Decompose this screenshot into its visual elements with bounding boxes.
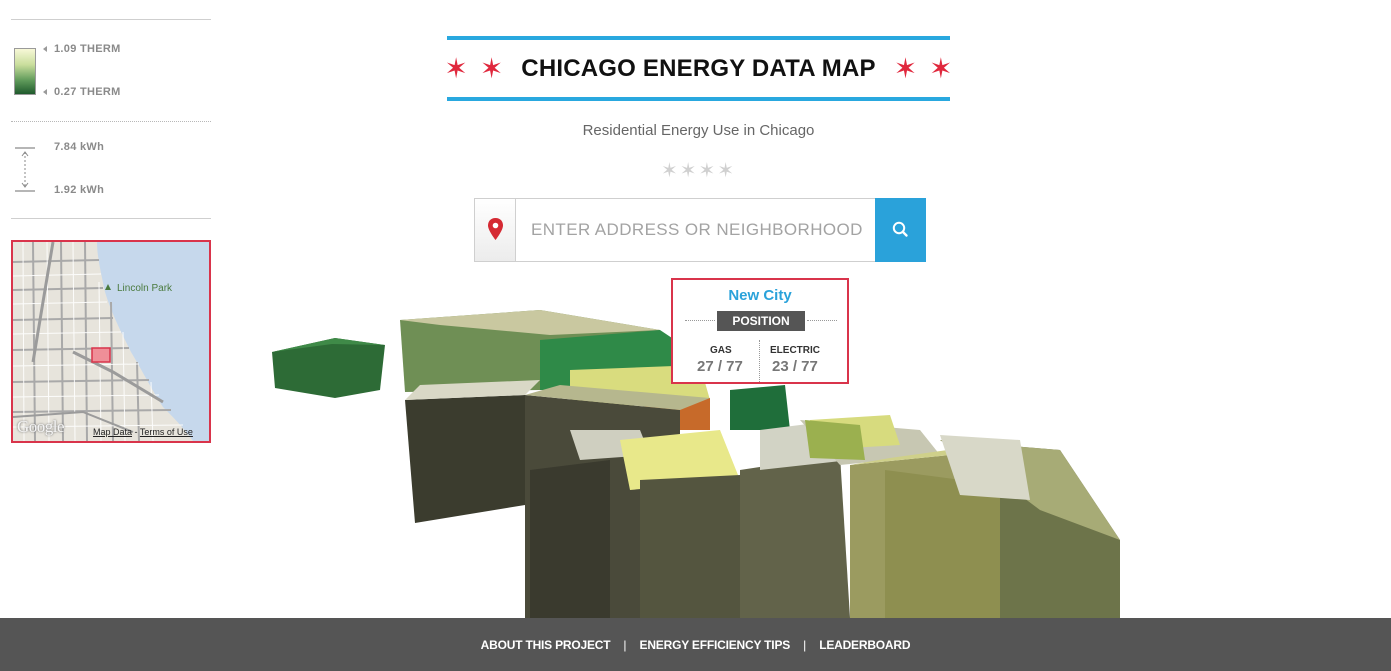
neighborhood-info-card: New City POSITION GAS 27 / 77 ELECTRIC 2…: [671, 278, 849, 384]
google-logo: Google: [17, 417, 65, 436]
minimap-links: Map Data - Terms of Use: [93, 427, 193, 437]
search-button[interactable]: [875, 198, 926, 262]
legend-divider: [11, 121, 211, 122]
height-scale-icon: [15, 147, 35, 192]
energy-tips-link[interactable]: ENERGY EFFICIENCY TIPS: [640, 638, 791, 652]
footer-nav: ABOUT THIS PROJECT | ENERGY EFFICIENCY T…: [0, 618, 1391, 671]
gas-rank-label: GAS: [710, 345, 732, 356]
minimap-tiles: [13, 242, 209, 441]
decor-stars: ✶✶✶✶: [660, 160, 737, 182]
red-star-icon: ✶: [444, 52, 468, 84]
position-badge: POSITION: [717, 311, 805, 331]
gas-low-marker-icon: [43, 89, 47, 95]
gas-high-label: 1.09 THERM: [54, 43, 121, 55]
about-project-link[interactable]: ABOUT THIS PROJECT: [481, 638, 611, 652]
red-star-icon: ✶: [479, 52, 504, 84]
info-dots-left: [685, 320, 715, 321]
minimap-selected-area: [91, 347, 111, 363]
red-star-icon: ✶: [893, 52, 918, 84]
address-search-input[interactable]: [517, 199, 875, 261]
info-dots-right: [807, 320, 837, 321]
info-divider: [759, 340, 760, 382]
elec-low-label: 1.92 kWh: [54, 184, 105, 196]
gas-rank-value: 27 / 77: [697, 358, 743, 375]
electric-rank-label: ELECTRIC: [770, 345, 820, 356]
elec-high-label: 7.84 kWh: [54, 141, 105, 153]
search-bar: [474, 198, 926, 262]
footer-separator: |: [623, 637, 627, 652]
page: 1.09 THERM 0.27 THERM 7.84 kWh 1.92 kWh: [0, 0, 1391, 671]
legend-top-rule: [11, 19, 211, 20]
leaderboard-link[interactable]: LEADERBOARD: [819, 638, 910, 652]
title-banner: ✶ ✶ CHICAGO ENERGY DATA MAP ✶ ✶: [444, 36, 953, 101]
gas-high-marker-icon: [43, 46, 47, 52]
neighborhood-name[interactable]: New City: [673, 287, 847, 304]
electric-rank-value: 23 / 77: [772, 358, 818, 375]
location-pin-cell[interactable]: [475, 199, 521, 261]
legend-bottom-rule: [11, 218, 211, 219]
minimap-link-separator: -: [134, 427, 138, 437]
magnifier-icon: [892, 221, 908, 237]
minimap[interactable]: Lincoln Park Google Map Data - Terms of …: [11, 240, 211, 443]
page-title: CHICAGO ENERGY DATA MAP: [521, 54, 876, 82]
gas-low-label: 0.27 THERM: [54, 86, 121, 98]
map-pin-icon: [488, 218, 521, 240]
red-star-icon: ✶: [929, 52, 953, 84]
page-subtitle: Residential Energy Use in Chicago: [582, 122, 815, 139]
map-data-link[interactable]: Map Data: [93, 427, 132, 437]
minimap-place-label: Lincoln Park: [117, 283, 173, 294]
gas-legend-swatch: [14, 48, 36, 95]
footer-separator: |: [803, 637, 807, 652]
terms-of-use-link[interactable]: Terms of Use: [140, 427, 193, 437]
